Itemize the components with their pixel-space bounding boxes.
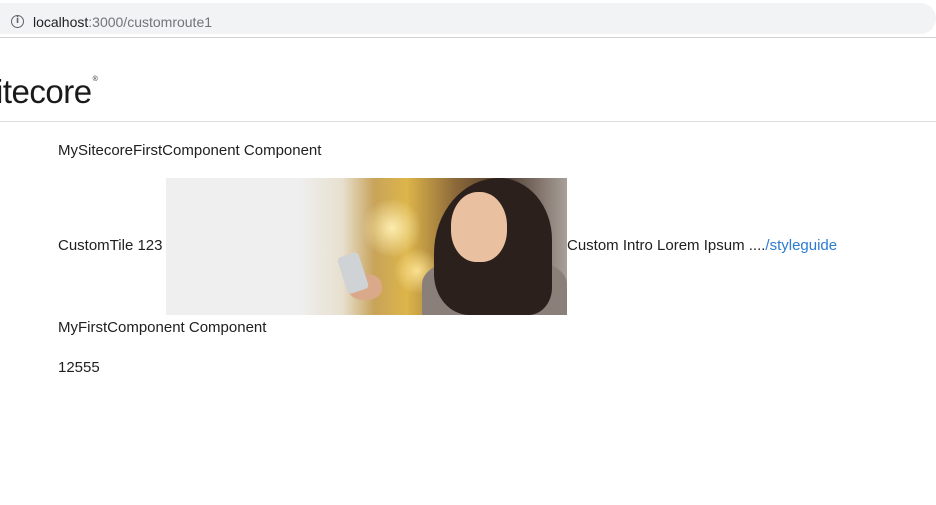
number-value: 12555: [58, 359, 100, 376]
custom-tile-intro: Custom Intro Lorem Ipsum ..../styleguide: [567, 237, 837, 255]
logo-text: itecore: [0, 73, 92, 110]
site-header: itecore®: [0, 38, 936, 122]
face-shape: [451, 192, 507, 262]
component2-title: MyFirstComponent Component: [58, 319, 267, 336]
intro-text: Custom Intro Lorem Ipsum ....: [567, 237, 766, 254]
woman-with-phone-image: [166, 178, 567, 315]
url-path: :3000/customroute1: [88, 14, 213, 30]
phone-icon: [336, 251, 370, 295]
registered-mark: ®: [92, 76, 98, 83]
browser-address-bar: i localhost:3000/customroute1: [0, 0, 936, 38]
url-field[interactable]: i localhost:3000/customroute1: [0, 3, 936, 34]
url-text[interactable]: localhost:3000/customroute1: [33, 14, 212, 30]
sitecore-logo[interactable]: itecore®: [0, 62, 98, 110]
info-icon[interactable]: i: [11, 15, 24, 28]
styleguide-link[interactable]: /styleguide: [765, 237, 837, 254]
custom-tile-label: CustomTile 123: [58, 237, 163, 254]
component1-title: MySitecoreFirstComponent Component: [58, 142, 322, 159]
url-host: localhost: [33, 14, 89, 30]
